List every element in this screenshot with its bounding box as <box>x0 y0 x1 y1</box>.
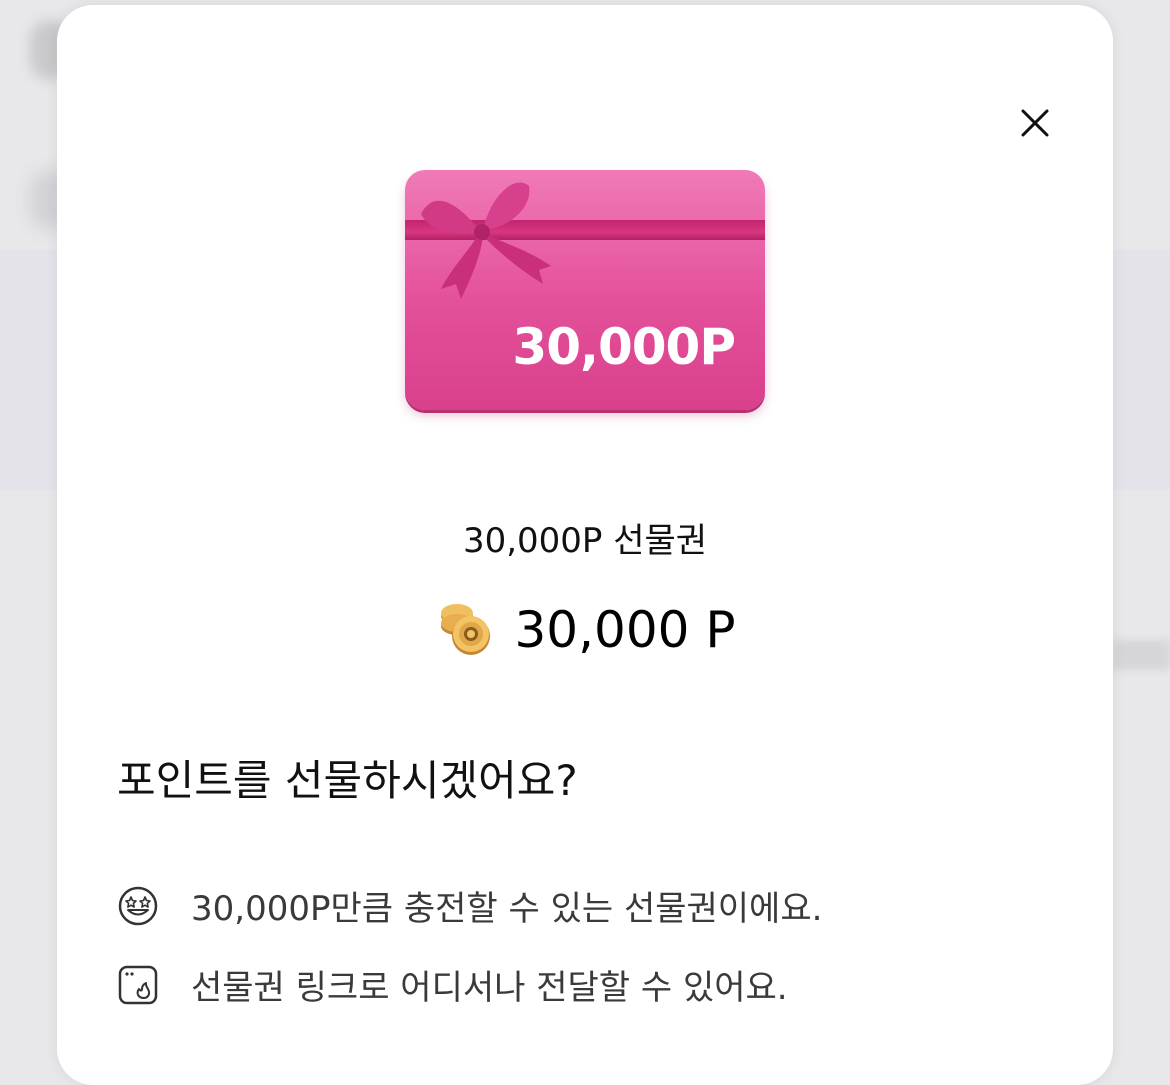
info-text: 선물권 링크로 어디서나 전달할 수 있어요. <box>191 968 788 1008</box>
gift-card-image: 30,000P <box>405 170 765 410</box>
close-button[interactable] <box>1005 93 1065 153</box>
close-icon <box>1021 109 1049 137</box>
browser-fire-icon <box>118 965 158 1004</box>
info-item: 30,000P만큼 충전할 수 있는 선물권이에요. <box>117 881 822 930</box>
info-text: 30,000P만큼 충전할 수 있는 선물권이에요. <box>191 889 823 929</box>
price-row: 30,000 P <box>57 601 1113 659</box>
product-name: 30,000P 선물권 <box>462 521 708 561</box>
price-value: 30,000 P <box>514 601 736 659</box>
background-area <box>1112 640 1170 670</box>
coin-stack-icon <box>440 604 490 655</box>
info-item: 선물권 링크로 어디서나 전달할 수 있어요. <box>117 960 788 1009</box>
star-eyes-smile-icon <box>118 886 158 925</box>
card-amount: 30,000P <box>512 318 736 376</box>
bow-icon <box>421 182 551 299</box>
gift-question: 포인트를 선물하시겠어요? <box>117 756 578 805</box>
gift-dialog: 30,000P 30,000P 선물권 30,000 P 포인트를 선물하시겠어… <box>57 5 1113 1085</box>
